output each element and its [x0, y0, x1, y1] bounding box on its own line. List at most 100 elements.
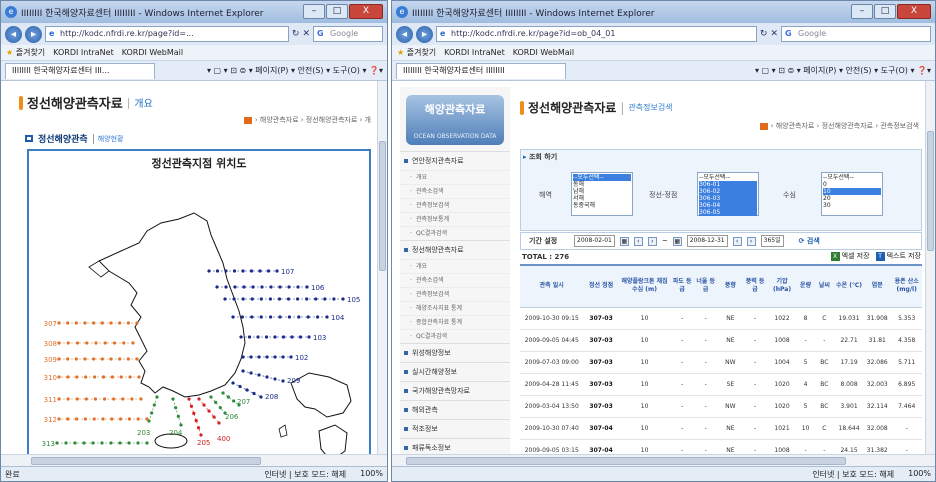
select-option[interactable]: --모두선택--: [823, 174, 881, 181]
search-button[interactable]: ⟳ 검색: [799, 236, 820, 246]
nav-item[interactable]: 관측정보검색: [400, 287, 510, 301]
station-point[interactable]: [252, 391, 256, 396]
nav-item[interactable]: 관측소검색: [400, 273, 510, 287]
nav-group[interactable]: 실시간해양정보: [400, 362, 510, 381]
table-row[interactable]: 2009-10-30 07:40 307-04 10- - NE -1021 10 C 18.6…: [520, 417, 922, 440]
minimize-button[interactable]: –: [303, 4, 325, 19]
nav-group[interactable]: 해외관측: [400, 400, 510, 419]
calendar-icon[interactable]: ▦: [619, 236, 629, 246]
nav-item[interactable]: 관측소검색: [400, 184, 510, 198]
command-bar[interactable]: ▾ ▢ ▾ ⊡ ⊜ ▾ 페이지(P) ▾ 안전(S) ▾ 도구(O) ▾ ❓▾: [755, 65, 931, 76]
date-to-input[interactable]: 2008-12-31: [686, 235, 728, 247]
security-zone[interactable]: 인터넷 | 보호 모드: 해제: [264, 469, 346, 480]
nav-group[interactable]: 패류독소정보: [400, 438, 510, 454]
maximize-button[interactable]: □: [874, 4, 896, 19]
station-point[interactable]: [194, 419, 198, 423]
station-point[interactable]: [245, 388, 249, 392]
select-option[interactable]: 30: [823, 202, 881, 209]
nav-group[interactable]: 연안정지관측자료: [400, 151, 510, 170]
nav-group[interactable]: 정선해양관측자료: [400, 240, 510, 259]
home-icon[interactable]: [243, 116, 252, 124]
nav-item[interactable]: 개요: [400, 259, 510, 273]
favorites-button[interactable]: ★ 즐겨찾기: [397, 47, 436, 58]
security-zone[interactable]: 인터넷 | 보호 모드: 해제: [812, 469, 894, 480]
horizontal-scrollbar[interactable]: [392, 454, 935, 466]
select-option[interactable]: 0: [823, 181, 881, 188]
site-logo[interactable]: 해양관측자료 OCEAN OBSERVATION DATA: [406, 95, 504, 145]
station-point[interactable]: [238, 384, 242, 389]
select-option[interactable]: 20: [823, 195, 881, 202]
select-option[interactable]: --모두선택--: [699, 174, 757, 181]
select-option[interactable]: 306-02: [699, 188, 757, 195]
prev-icon[interactable]: ‹: [633, 236, 643, 246]
depth-select[interactable]: --모두선택-- 0 10 20 30: [821, 172, 883, 216]
horizontal-scrollbar[interactable]: [1, 454, 387, 466]
station-point[interactable]: [192, 411, 196, 415]
select-option[interactable]: 306-01: [699, 181, 757, 188]
table-row[interactable]: 2009-04-28 11:45 307-03 10- - SE -1020 4 BC 8.00…: [520, 373, 922, 396]
browser-tab[interactable]: IIIIIIII 한국해양자료센터 III...: [5, 62, 155, 79]
favorites-button[interactable]: ★ 즐겨찾기: [6, 47, 45, 58]
select-option[interactable]: 306-03: [699, 195, 757, 202]
close-button[interactable]: X: [897, 4, 931, 19]
table-row[interactable]: 2009-09-05 04:45 307-03 10- - NE -1008- -22.71…: [520, 329, 922, 352]
refresh-icon[interactable]: ↻: [760, 29, 768, 39]
select-option[interactable]: 서해: [573, 195, 631, 202]
days-input[interactable]: 365일: [760, 235, 784, 247]
command-bar[interactable]: ▾ ▢ ▾ ⊡ ⊜ ▾ 페이지(P) ▾ 안전(S) ▾ 도구(O) ▾ ❓▾: [207, 65, 383, 76]
next-icon[interactable]: ›: [746, 236, 756, 246]
back-icon[interactable]: ◂: [396, 25, 413, 43]
favorite-link-webmail[interactable]: KORDI WebMail: [513, 48, 574, 57]
select-option[interactable]: 306-04: [699, 202, 757, 209]
prev-icon[interactable]: ‹: [732, 236, 742, 246]
nav-group[interactable]: 국가해양관측망자료: [400, 381, 510, 400]
station-point[interactable]: [176, 414, 180, 418]
nav-item[interactable]: 해양조사지표 통계: [400, 301, 510, 315]
nav-group[interactable]: 위성해양정보: [400, 343, 510, 362]
nav-group[interactable]: 적조정보: [400, 419, 510, 438]
select-option[interactable]: 남해: [573, 188, 631, 195]
sea-select[interactable]: --모두선택-- 동해 남해 서해 동중국해: [571, 172, 633, 216]
title-bar[interactable]: e IIIIIIII 한국해양자료센터 IIIIIIII - Windows I…: [392, 1, 935, 23]
zoom-level[interactable]: 100%: [908, 469, 931, 480]
stop-icon[interactable]: ✕: [770, 29, 778, 39]
favorite-link-intranet[interactable]: KORDI IntraNet: [53, 48, 114, 57]
text-save-button[interactable]: T 텍스트 저장: [875, 251, 921, 261]
browser-tab[interactable]: IIIIIIII 한국해양자료센터 IIIIIIII: [396, 62, 566, 79]
table-row[interactable]: 2009-09-05 03:15 307-04 10- - NE -1008- -24.15…: [520, 439, 922, 454]
favorite-link-webmail[interactable]: KORDI WebMail: [122, 48, 183, 57]
stop-icon[interactable]: ✕: [302, 29, 310, 39]
vertical-scrollbar[interactable]: [377, 81, 387, 454]
forward-icon[interactable]: ▸: [25, 25, 42, 43]
select-option[interactable]: 306-05: [699, 209, 757, 216]
select-option[interactable]: 동해: [573, 181, 631, 188]
search-input[interactable]: Google: [313, 26, 383, 42]
close-button[interactable]: X: [349, 4, 383, 19]
back-icon[interactable]: ◂: [5, 25, 22, 43]
nav-item[interactable]: QC결과검색: [400, 329, 510, 343]
nav-item[interactable]: 관측정보통계: [400, 212, 510, 226]
nav-item[interactable]: 개요: [400, 170, 510, 184]
nav-item[interactable]: 관측정보검색: [400, 198, 510, 212]
refresh-icon[interactable]: ↻: [292, 29, 300, 39]
nav-item[interactable]: 종합관측자료 통계: [400, 315, 510, 329]
forward-icon[interactable]: ▸: [416, 25, 433, 43]
minimize-button[interactable]: –: [851, 4, 873, 19]
select-option[interactable]: 10: [823, 188, 881, 195]
date-from-input[interactable]: 2008-02-01: [574, 235, 615, 247]
station-point[interactable]: [189, 404, 193, 408]
select-option[interactable]: --모두선택--: [573, 174, 631, 181]
section-link[interactable]: 해양현황: [92, 133, 123, 144]
address-bar[interactable]: http://kodc.nfrdi.re.kr/page?id=ob_04_01: [436, 26, 757, 42]
title-bar[interactable]: e IIIIIIII 한국해양자료센터 IIIIIIII - Windows I…: [1, 1, 387, 23]
zoom-level[interactable]: 100%: [360, 469, 383, 480]
home-icon[interactable]: [759, 122, 768, 130]
vertical-scrollbar[interactable]: [925, 81, 935, 454]
table-row[interactable]: 2009-10-30 09:15 307-03 10- - NE -1022 8 C 19.03…: [520, 307, 922, 330]
table-row[interactable]: 2009-03-04 13:50 307-03 10- - NW -1020 5 BC 3.90…: [520, 395, 922, 418]
excel-save-button[interactable]: X 엑셀 저장: [830, 251, 870, 261]
table-row[interactable]: 2009-07-03 09:00 307-03 10- - NW -1004 5 BC 17.1…: [520, 351, 922, 374]
next-icon[interactable]: ›: [647, 236, 657, 246]
search-input[interactable]: Google: [781, 26, 931, 42]
calendar-icon[interactable]: ▦: [672, 236, 682, 246]
